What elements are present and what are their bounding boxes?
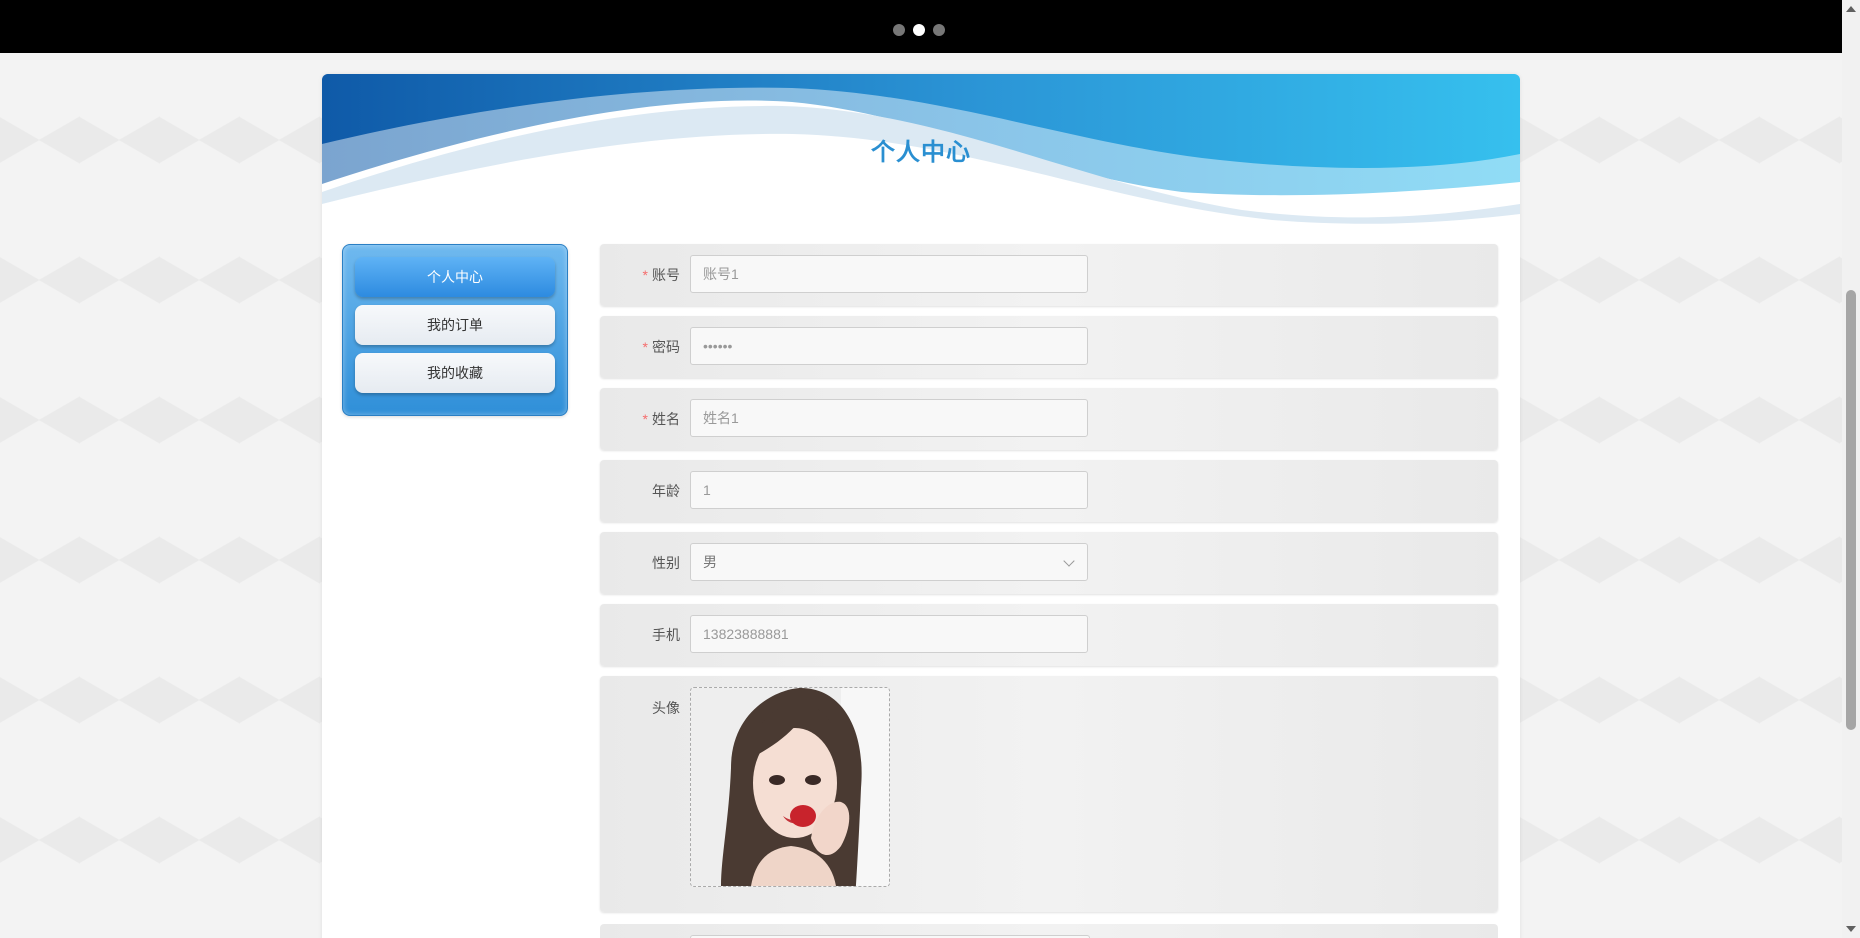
form-row-avatar: 头像 [600,676,1498,912]
form-row-name: * 姓名 [600,388,1498,450]
required-mark: * [642,267,648,283]
chevron-down-icon [1063,555,1075,567]
scroll-thumb[interactable] [1846,290,1856,730]
gender-select-value: 男 [703,554,717,570]
avatar-image [691,688,889,886]
avatar-upload[interactable] [690,687,890,887]
name-label: * 姓名 [600,388,680,450]
gender-label: 性别 [652,555,680,571]
sidebar-item-profile[interactable]: 个人中心 [355,257,555,297]
password-input[interactable] [690,327,1088,365]
password-label: * 密码 [600,316,680,378]
phone-input[interactable] [690,615,1088,653]
page-scrollbar[interactable] [1842,0,1860,938]
sidebar-menu: 个人中心 我的订单 我的收藏 [342,244,568,416]
name-input[interactable] [690,399,1088,437]
phone-label: 手机 [652,627,680,643]
avatar-label: 头像 [652,700,680,716]
carousel-dot-3[interactable] [933,24,945,36]
name-label-text: 姓名 [652,411,680,427]
age-label: 年龄 [652,483,680,499]
account-input[interactable] [690,255,1088,293]
sidebar-item-orders[interactable]: 我的订单 [355,305,555,345]
form-row-phone: 手机 [600,604,1498,666]
page-title: 个人中心 [871,139,971,166]
form-row-account: * 账号 [600,244,1498,306]
gender-select[interactable]: 男 [690,543,1088,581]
top-banner [0,0,1842,53]
account-label-text: 账号 [652,267,680,283]
form-row-age: 年龄 [600,460,1498,522]
form-row-next [600,924,1498,938]
scroll-up-icon[interactable] [1846,6,1856,12]
form-row-gender: 性别 男 [600,532,1498,594]
carousel-dot-1[interactable] [893,24,905,36]
form-row-password: * 密码 [600,316,1498,378]
password-label-text: 密码 [652,339,680,355]
profile-card: 个人中心 个人中心 我的订单 我的收藏 *账号 *密码 *姓名 年龄 性别 男 … [322,74,1520,938]
scroll-down-icon[interactable] [1846,926,1856,932]
required-mark: * [642,339,648,355]
sidebar-item-favorites[interactable]: 我的收藏 [355,353,555,393]
account-label: * 账号 [600,244,680,306]
required-mark: * [642,411,648,427]
carousel-indicator [893,24,945,36]
age-input[interactable] [690,471,1088,509]
carousel-dot-2[interactable] [913,24,925,36]
